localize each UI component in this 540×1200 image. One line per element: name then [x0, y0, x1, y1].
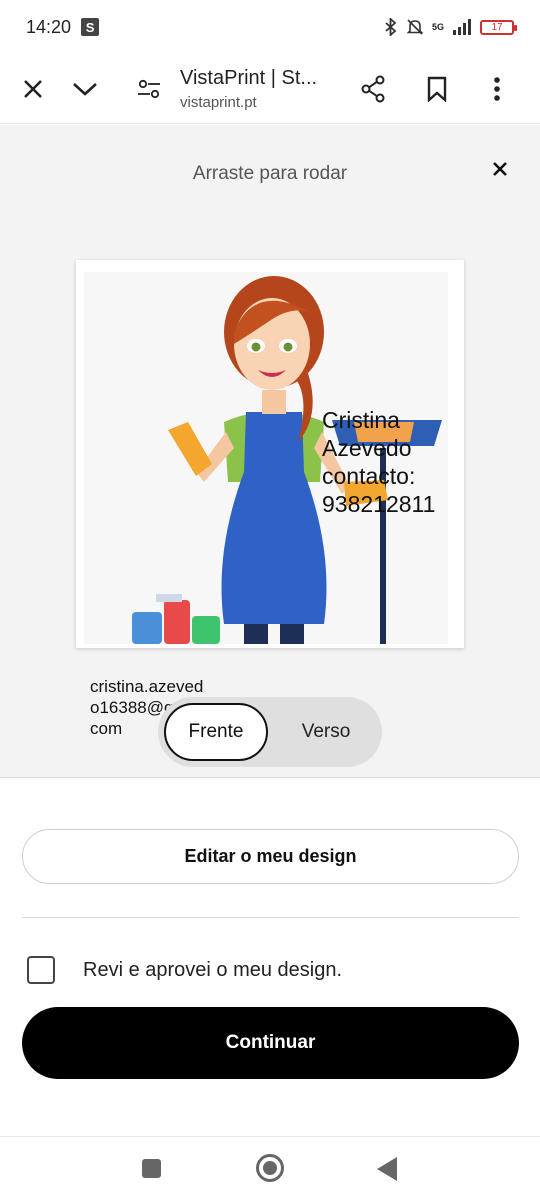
minimize-button[interactable] [62, 66, 108, 112]
tune-icon [138, 79, 160, 98]
battery-level: 17 [491, 21, 503, 33]
status-time: 14:20 [26, 16, 72, 37]
side-toggle: Frente Verso [158, 697, 382, 767]
back-side-button[interactable]: Verso [276, 703, 376, 761]
design-preview: Arraste para rodar Cristina Azevedo cont… [0, 125, 540, 778]
bookmark-button[interactable] [414, 66, 460, 112]
browser-toolbar: VistaPrint | St... vistaprint.pt [0, 54, 540, 124]
front-side-button[interactable]: Frente [164, 703, 268, 761]
bookmark-icon [427, 76, 447, 102]
back-icon[interactable] [377, 1157, 397, 1181]
business-card-preview[interactable]: Cristina Azevedo contacto: 938212811 cri… [76, 260, 464, 738]
notifications-off-icon [406, 19, 424, 35]
recents-icon[interactable] [142, 1159, 161, 1178]
card-contact-label: contacto: [322, 463, 416, 489]
system-nav-bar [0, 1136, 540, 1200]
close-preview-button[interactable] [480, 149, 520, 189]
card-name-line: Cristina [322, 407, 400, 433]
card-phone: 938212811 [322, 491, 436, 517]
bluetooth-icon [385, 18, 397, 36]
divider [22, 917, 519, 918]
card-name-line: Azevedo [322, 435, 412, 461]
signal-icon [453, 19, 471, 35]
share-icon [361, 75, 385, 102]
home-icon[interactable] [256, 1154, 284, 1182]
edit-design-button[interactable]: Editar o meu design [22, 829, 519, 884]
status-icons: 5G 17 [384, 18, 517, 36]
page-title-block[interactable]: VistaPrint | St... vistaprint.pt [180, 67, 336, 111]
app-badge-icon: S [81, 18, 100, 36]
rotate-hint: Arraste para rodar [192, 163, 348, 184]
approve-label[interactable]: Revi e aprovei o meu design. [83, 959, 342, 982]
card-name-block: Cristina Azevedo contacto: 938212811 [322, 406, 435, 518]
status-bar: 14:20 S 5G 17 [0, 0, 540, 54]
close-icon [24, 79, 42, 98]
continue-button[interactable]: Continuar [22, 1007, 519, 1079]
card-email-line: cristina.azeved [90, 677, 204, 696]
share-button[interactable] [350, 66, 396, 112]
more-options-button[interactable] [474, 66, 520, 112]
close-tab-button[interactable] [10, 66, 56, 112]
network-type: 5G [431, 21, 444, 32]
chevron-down-icon [73, 82, 97, 96]
close-icon [493, 162, 507, 176]
more-vert-icon [494, 76, 500, 101]
page-domain: vistaprint.pt [180, 93, 257, 111]
page-title: VistaPrint | St... [180, 66, 318, 89]
approve-row: Revi e aprovei o meu design. [27, 952, 342, 988]
approve-checkbox[interactable] [27, 956, 55, 984]
battery-icon: 17 [480, 19, 517, 35]
site-settings-button[interactable] [126, 66, 172, 112]
